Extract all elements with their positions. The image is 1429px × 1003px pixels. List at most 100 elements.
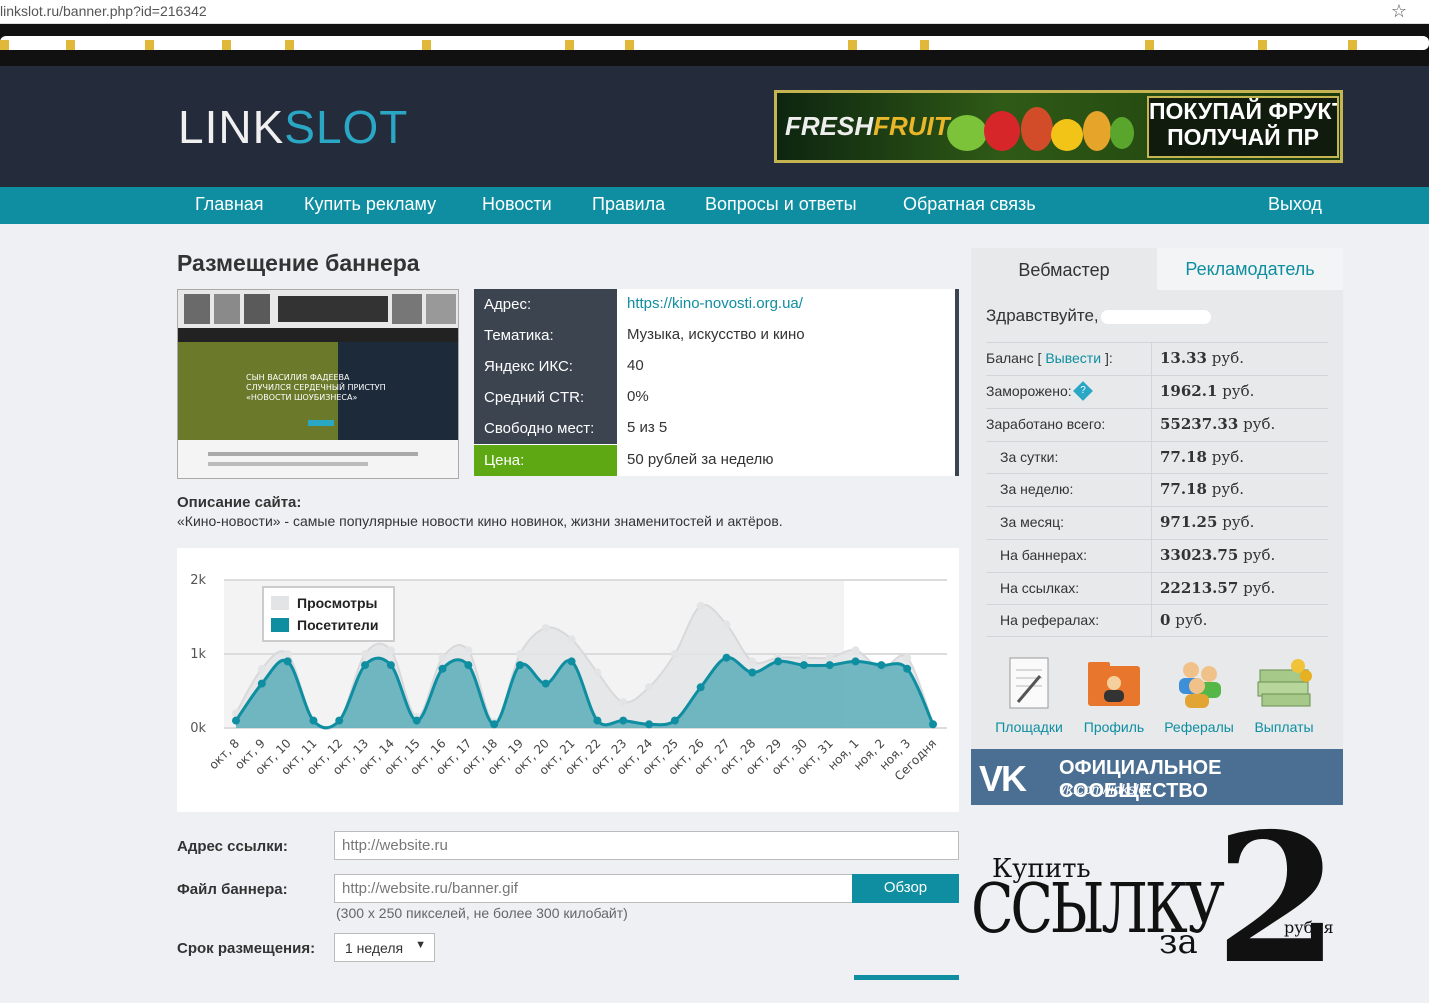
visitors-point [877, 661, 886, 670]
logo-slot-text: SLOT [284, 101, 409, 153]
bookmark-folder-icon[interactable] [66, 40, 75, 50]
link-address-input[interactable]: http://website.ru [334, 831, 959, 860]
views-point [645, 683, 654, 692]
submit-button[interactable] [854, 975, 959, 980]
nav-rules[interactable]: Правила [592, 194, 665, 215]
info-row-yandex: Яндекс ИКС: 40 [474, 351, 959, 382]
site-url-link[interactable]: https://kino-novosti.org.ua/ [627, 295, 803, 312]
earned-total-amount: 55237.33 [1160, 415, 1239, 433]
visitors-point [541, 679, 550, 688]
info-row-free-slots: Свободно мест: 5 из 5 [474, 413, 959, 444]
links-value: 22213.57 руб. [1160, 579, 1275, 597]
month-row: За месяц: 971.25 руб. [986, 506, 1328, 540]
referrals-row: На рефералах: 0 руб. [986, 604, 1328, 638]
bookmark-folder-icon[interactable] [920, 40, 929, 50]
visitors-point [386, 661, 395, 670]
y-tick-label: 2k [190, 573, 206, 588]
term-select[interactable]: 1 неделя ▼ [334, 933, 435, 962]
banner-file-hint: (300 x 250 пикселей, не более 300 килоба… [336, 905, 628, 921]
frozen-unit: руб. [1222, 382, 1255, 400]
logo-link-text: LINK [178, 101, 285, 153]
browser-address-bar[interactable]: linkslot.ru/banner.php?id=216342 ☆ [0, 0, 1429, 24]
tab-advertiser[interactable]: Рекламодатель [1157, 248, 1343, 290]
term-select-value: 1 неделя [345, 940, 404, 956]
bookmark-folder-icon[interactable] [625, 40, 634, 50]
views-point [851, 646, 860, 655]
banner-file-label: Файл баннера: [177, 881, 288, 898]
day-unit: руб. [1211, 448, 1244, 466]
nav-logout[interactable]: Выход [1268, 194, 1322, 215]
buy-link-promo-banner[interactable]: 2 Купить ССЫЛКУ за рубля [971, 810, 1343, 988]
visitors-point [412, 716, 421, 725]
profile-shortcut[interactable]: Профиль [1074, 656, 1154, 735]
day-amount: 77.18 [1160, 448, 1207, 466]
url-text[interactable]: linkslot.ru/banner.php?id=216342 [0, 3, 207, 19]
views-point [257, 664, 266, 673]
balance-label: Баланс [ Вывести ]: [986, 350, 1113, 366]
bookmark-folder-icon[interactable] [285, 40, 294, 50]
day-value: 77.18 руб. [1160, 448, 1244, 466]
nav-feedback[interactable]: Обратная связь [903, 194, 1036, 215]
vk-url: vk.com/linkslot [1059, 781, 1151, 797]
links-row: На ссылках: 22213.57 руб. [986, 572, 1328, 606]
links-label: На ссылках: [1000, 580, 1080, 596]
site-logo[interactable]: LINKSLOT [178, 100, 408, 154]
ad-brand: FRESHFRUIT [785, 111, 950, 142]
info-key: Свободно мест: [474, 413, 617, 444]
header-ad-banner[interactable]: FRESHFRUIT ПОКУПАЙ ФРУКТЫ ПОЛУЧАЙ ПР [774, 90, 1343, 163]
account-sidebar: Вебмастер Рекламодатель Здравствуйте, Ба… [971, 248, 1343, 749]
banners-row: На баннерах: 33023.75 руб. [986, 539, 1328, 573]
promo-rub: рубля [1284, 918, 1334, 937]
visitors-point [490, 720, 499, 729]
chart-svg: 0k1k2kокт, 8окт, 9окт, 10окт, 11окт, 12о… [190, 573, 947, 783]
banner-file-input[interactable]: http://website.ru/banner.gif [334, 874, 853, 903]
username-redacted [1101, 310, 1211, 324]
week-row: За неделю: 77.18 руб. [986, 473, 1328, 507]
platforms-shortcut[interactable]: Площадки [989, 656, 1069, 735]
visitors-point [257, 679, 266, 688]
bookmark-folder-icon[interactable] [1258, 40, 1267, 50]
bookmark-folder-icon[interactable] [0, 40, 9, 50]
day-row: За сутки: 77.18 руб. [986, 441, 1328, 475]
profile-label: Профиль [1083, 719, 1145, 735]
page-title: Размещение баннера [177, 250, 420, 276]
fruits-image [947, 107, 1134, 151]
term-label: Срок размещения: [177, 940, 316, 957]
tab-webmaster[interactable]: Вебмастер [971, 248, 1157, 290]
withdraw-link[interactable]: Вывести [1045, 350, 1101, 366]
browse-button[interactable]: Обзор [852, 874, 959, 903]
nav-buy-ads[interactable]: Купить рекламу [304, 194, 436, 215]
y-tick-label: 0k [190, 721, 206, 736]
bookmark-folder-icon[interactable] [145, 40, 154, 50]
frozen-label: Заморожено:? [986, 381, 1093, 402]
info-value: 0% [627, 388, 649, 405]
payouts-shortcut[interactable]: Выплаты [1244, 656, 1324, 735]
bookmark-star-icon[interactable]: ☆ [1391, 1, 1407, 22]
referrals-shortcut[interactable]: Рефералы [1159, 656, 1239, 735]
main-nav: Главная Купить рекламу Новости Правила В… [0, 187, 1429, 224]
bookmark-folder-icon[interactable] [848, 40, 857, 50]
bookmark-folder-icon[interactable] [1348, 40, 1357, 50]
ad-promo-line2: ПОЛУЧАЙ ПР [1167, 124, 1319, 150]
nav-home[interactable]: Главная [195, 194, 264, 215]
views-point [593, 668, 602, 677]
month-label: За месяц: [1000, 514, 1065, 530]
bookmark-folder-icon[interactable] [422, 40, 431, 50]
bookmark-folder-icon[interactable] [1145, 40, 1154, 50]
site-thumbnail[interactable]: СЫН ВАСИЛИЯ ФАДЕЕВА СЛУЧИЛСЯ СЕРДЕЧНЫЙ П… [177, 289, 459, 479]
bookmark-folder-icon[interactable] [222, 40, 231, 50]
row-divider [1151, 409, 1152, 442]
link-address-label: Адрес ссылки: [177, 838, 288, 855]
earned-total-label: Заработано всего: [986, 416, 1106, 432]
views-point [670, 650, 679, 658]
bookmark-folder-icon[interactable] [565, 40, 574, 50]
nav-news[interactable]: Новости [482, 194, 552, 215]
site-header: LINKSLOT FRESHFRUIT ПОКУПАЙ ФРУКТЫ ПОЛУЧ… [0, 66, 1429, 187]
info-icon[interactable]: ? [1072, 381, 1093, 402]
views-point [386, 646, 395, 655]
frozen-amount: 1962.1 [1160, 382, 1218, 400]
info-row-address: Адрес: https://kino-novosti.org.ua/ [474, 289, 959, 320]
row-divider [1151, 507, 1152, 540]
nav-faq[interactable]: Вопросы и ответы [705, 194, 857, 215]
promo-za: за [1159, 922, 1198, 962]
